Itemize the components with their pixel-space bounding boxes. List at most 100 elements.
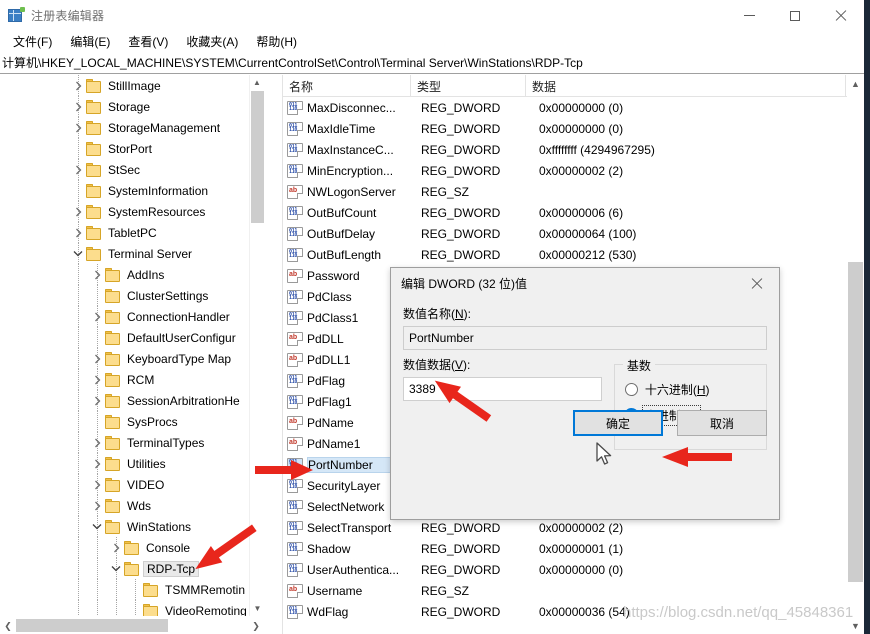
- chevron-right-icon[interactable]: [89, 474, 105, 495]
- menu-item-edit[interactable]: 编辑(E): [61, 31, 119, 52]
- tree-item-sessionarbitrationhe[interactable]: SessionArbitrationHe: [0, 390, 264, 411]
- minimize-button[interactable]: [726, 0, 772, 31]
- tree-item-rcm[interactable]: RCM: [0, 369, 264, 390]
- dword-icon: 011 110: [287, 541, 303, 556]
- chevron-right-icon[interactable]: [89, 390, 105, 411]
- chevron-right-icon[interactable]: [89, 264, 105, 285]
- tree-item-video[interactable]: VIDEO: [0, 474, 264, 495]
- maximize-button[interactable]: [772, 0, 818, 31]
- table-row[interactable]: 011 110 MaxInstanceC... REG_DWORD 0xffffffff…: [283, 139, 864, 160]
- tree-item-winstations[interactable]: WinStations: [0, 516, 264, 537]
- tree-item-sysprocs[interactable]: SysProcs: [0, 411, 264, 432]
- menu-item-help[interactable]: 帮助(H): [247, 31, 306, 52]
- radio-hexadecimal[interactable]: 十六进制(H): [624, 380, 756, 399]
- tree-item-storport[interactable]: StorPort: [0, 138, 264, 159]
- value-name-input[interactable]: PortNumber: [403, 326, 767, 350]
- table-row[interactable]: 011 110 OutBufDelay REG_DWORD 0x00000064 (10…: [283, 223, 864, 244]
- cancel-button[interactable]: 取消: [677, 410, 767, 436]
- table-row[interactable]: ab Username REG_SZ: [283, 580, 864, 601]
- tree-item-videoremoting[interactable]: VideoRemoting: [0, 600, 264, 616]
- list-scroll-up-icon[interactable]: ▲: [847, 75, 864, 92]
- tree-item-console[interactable]: Console: [0, 537, 264, 558]
- folder-icon: [105, 477, 122, 492]
- dword-icon: 011 110: [287, 289, 303, 304]
- chevron-right-icon[interactable]: [70, 117, 86, 138]
- tree-hscroll-thumb[interactable]: [16, 619, 168, 632]
- chevron-right-icon[interactable]: [70, 222, 86, 243]
- chevron-down-icon[interactable]: [108, 558, 124, 579]
- scroll-left-icon[interactable]: ❮: [0, 618, 16, 634]
- tree-item-addins[interactable]: AddIns: [0, 264, 264, 285]
- tree-item-defaultuserconfigur[interactable]: DefaultUserConfigur: [0, 327, 264, 348]
- scroll-right-icon[interactable]: ❯: [248, 618, 264, 634]
- tree-item-stsec[interactable]: StSec: [0, 159, 264, 180]
- chevron-right-icon[interactable]: [89, 369, 105, 390]
- tree-item-label: ConnectionHandler: [127, 309, 230, 324]
- tree-item-utilities[interactable]: Utilities: [0, 453, 264, 474]
- scroll-down-icon[interactable]: ▼: [250, 601, 265, 616]
- table-row[interactable]: 011 110 UserAuthentica... REG_DWORD 0x000000…: [283, 559, 864, 580]
- table-row[interactable]: 011 110 SelectTransport REG_DWORD 0x00000002…: [283, 517, 864, 538]
- tree-item-tsmmremotin[interactable]: TSMMRemotin: [0, 579, 264, 600]
- registry-editor-window: 注册表编辑器 文件(F) 编辑(E) 查看(V) 收藏夹(A) 帮助(H) 计算…: [0, 0, 870, 634]
- chevron-down-icon[interactable]: [89, 516, 105, 537]
- address-bar[interactable]: 计算机\HKEY_LOCAL_MACHINE\SYSTEM\CurrentCon…: [0, 52, 864, 74]
- value-data-cell: 0x00000064 (100): [539, 226, 637, 241]
- column-header-data[interactable]: 数据: [526, 75, 846, 97]
- table-row[interactable]: 011 110 OutBufLength REG_DWORD 0x00000212 (5…: [283, 244, 864, 265]
- tree-item-wds[interactable]: Wds: [0, 495, 264, 516]
- tree-item-storagemanagement[interactable]: StorageManagement: [0, 117, 264, 138]
- tree-item-label: AddIns: [127, 267, 165, 282]
- list-scroll-thumb[interactable]: [848, 262, 863, 582]
- table-row[interactable]: 011 110 OutBufCount REG_DWORD 0x00000006 (6): [283, 202, 864, 223]
- chevron-right-icon[interactable]: [89, 348, 105, 369]
- chevron-right-icon[interactable]: [89, 306, 105, 327]
- tree-item-rdp-tcp[interactable]: RDP-Tcp: [0, 558, 264, 579]
- menu-item-view[interactable]: 查看(V): [119, 31, 177, 52]
- tree-item-connectionhandler[interactable]: ConnectionHandler: [0, 306, 264, 327]
- table-row[interactable]: 011 110 Shadow REG_DWORD 0x00000001 (1): [283, 538, 864, 559]
- menu-item-favorites[interactable]: 收藏夹(A): [177, 31, 247, 52]
- tree-item-systeminformation[interactable]: SystemInformation: [0, 180, 264, 201]
- chevron-right-icon[interactable]: [70, 96, 86, 117]
- chevron-right-icon[interactable]: [108, 537, 124, 558]
- tree-item-stillimage[interactable]: StillImage: [0, 75, 264, 96]
- chevron-right-icon[interactable]: [89, 453, 105, 474]
- column-header-type[interactable]: 类型: [411, 75, 526, 97]
- table-row[interactable]: 011 110 WdFlag REG_DWORD 0x00000036 (54): [283, 601, 864, 622]
- tree-item-terminal-server[interactable]: Terminal Server: [0, 243, 264, 264]
- tree-item-systemresources[interactable]: SystemResources: [0, 201, 264, 222]
- chevron-right-icon[interactable]: [89, 495, 105, 516]
- menu-item-file[interactable]: 文件(F): [4, 31, 61, 52]
- tree-item-keyboardtype-map[interactable]: KeyboardType Map: [0, 348, 264, 369]
- chevron-right-icon[interactable]: [70, 159, 86, 180]
- string-icon: ab: [287, 184, 303, 199]
- dword-icon: 011 110: [287, 520, 303, 535]
- chevron-down-icon[interactable]: [70, 243, 86, 264]
- list-vertical-scrollbar[interactable]: ▲ ▼: [847, 75, 864, 634]
- chevron-right-icon[interactable]: [89, 432, 105, 453]
- table-row[interactable]: 011 110 MaxDisconnec... REG_DWORD 0x00000000…: [283, 97, 864, 118]
- column-header-name[interactable]: 名称: [283, 75, 411, 97]
- tree-horizontal-scrollbar[interactable]: ❮ ❯: [0, 618, 264, 634]
- registry-tree[interactable]: StillImage Storage StorageManagement StorPo…: [0, 75, 264, 616]
- tree-item-clustersettings[interactable]: ClusterSettings: [0, 285, 264, 306]
- scroll-up-icon[interactable]: ▲: [250, 75, 264, 90]
- tree-scroll-thumb[interactable]: [251, 91, 264, 223]
- list-scroll-down-icon[interactable]: ▼: [847, 617, 864, 634]
- table-row[interactable]: 011 110 MinEncryption... REG_DWORD 0x0000000…: [283, 160, 864, 181]
- chevron-right-icon[interactable]: [70, 75, 86, 96]
- close-button[interactable]: [818, 0, 864, 31]
- tree-item-storage[interactable]: Storage: [0, 96, 264, 117]
- ok-button[interactable]: 确定: [573, 410, 663, 436]
- dialog-close-button[interactable]: [735, 269, 779, 299]
- value-data-input[interactable]: 3389: [403, 377, 602, 401]
- tree-vertical-scrollbar[interactable]: ▲ ▼: [249, 75, 264, 616]
- right-edge-strip: [864, 0, 870, 634]
- tree-item-tabletpc[interactable]: TabletPC: [0, 222, 264, 243]
- table-row[interactable]: 011 110 MaxIdleTime REG_DWORD 0x00000000 (0): [283, 118, 864, 139]
- chevron-right-icon[interactable]: [70, 201, 86, 222]
- table-row[interactable]: ab NWLogonServer REG_SZ: [283, 181, 864, 202]
- tree-item-terminaltypes[interactable]: TerminalTypes: [0, 432, 264, 453]
